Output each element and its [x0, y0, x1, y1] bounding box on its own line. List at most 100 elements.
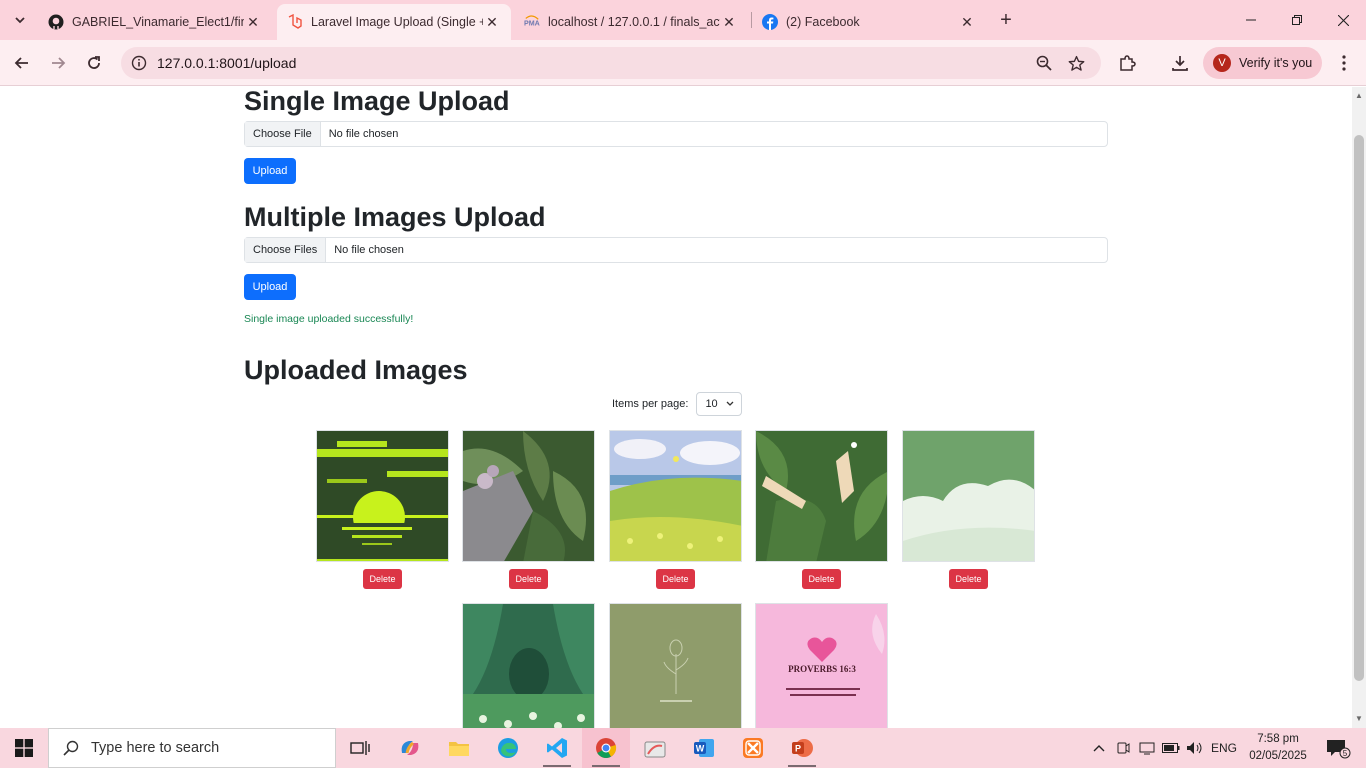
- tab-title: Laravel Image Upload (Single +: [311, 15, 483, 29]
- windows-start-icon[interactable]: [0, 728, 48, 768]
- menu-kebab-icon[interactable]: [1331, 50, 1357, 76]
- search-icon: [63, 740, 79, 756]
- new-tab-plus-icon[interactable]: +: [994, 8, 1018, 32]
- items-per-page: Items per page: 10: [612, 392, 743, 416]
- gallery-heading: Uploaded Images: [244, 355, 468, 385]
- vertical-scrollbar[interactable]: ▲ ▼: [1352, 87, 1366, 728]
- choose-files-button[interactable]: Choose Files: [245, 238, 327, 262]
- scrollbar-thumb[interactable]: [1354, 135, 1364, 681]
- close-window-icon[interactable]: [1320, 0, 1366, 40]
- delete-button[interactable]: Delete: [656, 569, 695, 589]
- github-icon: [48, 14, 64, 30]
- close-tab-icon[interactable]: ✕: [720, 13, 738, 31]
- gallery-image-pixel-sunset: [316, 430, 449, 562]
- file-status: No file chosen: [328, 128, 399, 140]
- volume-icon[interactable]: [1184, 728, 1206, 768]
- tab-laravel-upload[interactable]: Laravel Image Upload (Single + ✕: [277, 4, 511, 40]
- multiple-upload-heading: Multiple Images Upload: [244, 202, 546, 232]
- single-file-input[interactable]: Choose File No file chosen: [244, 121, 1108, 147]
- snipping-tool-icon[interactable]: [631, 728, 679, 768]
- close-tab-icon[interactable]: ✕: [958, 13, 976, 31]
- url-text[interactable]: 127.0.0.1:8001/upload: [157, 55, 296, 71]
- single-upload-heading: Single Image Upload: [244, 87, 510, 116]
- chevron-down-icon: [726, 399, 734, 409]
- verify-label: Verify it's you: [1239, 56, 1313, 70]
- address-bar[interactable]: 127.0.0.1:8001/upload: [121, 47, 1101, 79]
- items-per-page-value: 10: [705, 398, 718, 410]
- site-info-icon[interactable]: [131, 55, 147, 71]
- taskbar-search[interactable]: Type here to search: [48, 728, 336, 768]
- close-tab-icon[interactable]: ✕: [483, 13, 501, 31]
- forward-arrow-icon[interactable]: [45, 50, 71, 76]
- tab-title: localhost / 127.0.0.1 / finals_act: [548, 15, 720, 29]
- download-icon[interactable]: [1167, 50, 1193, 76]
- tab-facebook[interactable]: (2) Facebook ✕: [752, 4, 986, 40]
- phpmyadmin-icon: PMA: [524, 14, 540, 30]
- gallery-image-meadow-sky: [609, 430, 742, 562]
- notifications-icon[interactable]: 5: [1318, 728, 1358, 768]
- items-per-page-label: Items per page:: [612, 398, 689, 410]
- gallery-image-olive-flower: [609, 603, 742, 728]
- avatar: V: [1213, 54, 1231, 72]
- xampp-icon[interactable]: [729, 728, 777, 768]
- page-viewport: Single Image Upload Choose File No file …: [0, 87, 1352, 728]
- show-hidden-icons-chevron-icon[interactable]: [1088, 728, 1110, 768]
- extensions-puzzle-icon[interactable]: [1114, 50, 1140, 76]
- delete-button[interactable]: Delete: [363, 569, 402, 589]
- scroll-up-icon[interactable]: ▲: [1355, 92, 1363, 100]
- tab-title: GABRIEL_Vinamarie_Elect1/final: [72, 15, 244, 29]
- language-indicator[interactable]: ENG: [1209, 728, 1239, 768]
- scroll-down-icon[interactable]: ▼: [1355, 715, 1363, 723]
- delete-button[interactable]: Delete: [949, 569, 988, 589]
- restore-icon[interactable]: [1274, 0, 1320, 40]
- single-upload-button[interactable]: Upload: [244, 158, 296, 184]
- notification-count: 5: [1343, 749, 1348, 758]
- tab-github[interactable]: GABRIEL_Vinamarie_Elect1/final ✕: [38, 4, 272, 40]
- gallery-image-leaves-flower: [462, 430, 595, 562]
- edge-icon[interactable]: [484, 728, 532, 768]
- minimize-icon[interactable]: [1228, 0, 1274, 40]
- network-icon[interactable]: [1136, 728, 1158, 768]
- system-clock[interactable]: 7:58 pm 02/05/2025: [1248, 731, 1308, 765]
- proverbs-text: PROVERBS 16:3: [788, 664, 856, 674]
- gallery-image-hands-leaves: [755, 430, 888, 562]
- vscode-icon[interactable]: [533, 728, 581, 768]
- delete-button[interactable]: Delete: [802, 569, 841, 589]
- laravel-icon: [287, 14, 303, 30]
- clock-date: 02/05/2025: [1249, 750, 1307, 762]
- verify-profile-button[interactable]: V Verify it's you: [1203, 47, 1322, 79]
- gallery-image-green-cloud: [902, 430, 1035, 562]
- search-placeholder: Type here to search: [91, 740, 220, 756]
- bookmark-star-icon[interactable]: [1066, 53, 1086, 73]
- svg-text:W: W: [696, 744, 705, 754]
- browser-tab-bar: GABRIEL_Vinamarie_Elect1/final ✕ Laravel…: [0, 0, 1366, 40]
- copilot-icon[interactable]: [386, 728, 434, 768]
- battery-icon[interactable]: [1160, 728, 1182, 768]
- facebook-icon: [762, 14, 778, 30]
- multiple-file-input[interactable]: Choose Files No file chosen: [244, 237, 1108, 263]
- clock-time: 7:58 pm: [1257, 733, 1299, 745]
- tab-title: (2) Facebook: [786, 15, 860, 29]
- task-view-icon[interactable]: [336, 728, 384, 768]
- word-icon[interactable]: W: [680, 728, 728, 768]
- svg-text:P: P: [795, 744, 801, 754]
- svg-text:PMA: PMA: [524, 20, 540, 28]
- file-explorer-icon[interactable]: [435, 728, 483, 768]
- windows-taskbar: Type here to search W P ENG 7:58 pm 02/0…: [0, 728, 1366, 768]
- meet-now-icon[interactable]: [1113, 728, 1133, 768]
- choose-file-button[interactable]: Choose File: [245, 122, 321, 146]
- back-arrow-icon[interactable]: [9, 50, 35, 76]
- tab-phpmyadmin[interactable]: PMA localhost / 127.0.0.1 / finals_act ✕: [514, 4, 748, 40]
- tab-search-chevron-icon[interactable]: [8, 8, 32, 32]
- items-per-page-select[interactable]: 10: [696, 392, 743, 416]
- powerpoint-icon[interactable]: P: [778, 728, 826, 768]
- reload-icon[interactable]: [81, 50, 107, 76]
- chrome-icon[interactable]: [582, 728, 630, 768]
- success-alert: Single image uploaded successfully!: [244, 313, 414, 325]
- zoom-icon[interactable]: [1034, 53, 1054, 73]
- browser-toolbar: 127.0.0.1:8001/upload V Verify it's you: [0, 40, 1366, 86]
- close-tab-icon[interactable]: ✕: [244, 13, 262, 31]
- delete-button[interactable]: Delete: [509, 569, 548, 589]
- gallery-image-forest-path: [462, 603, 595, 728]
- multiple-upload-button[interactable]: Upload: [244, 274, 296, 300]
